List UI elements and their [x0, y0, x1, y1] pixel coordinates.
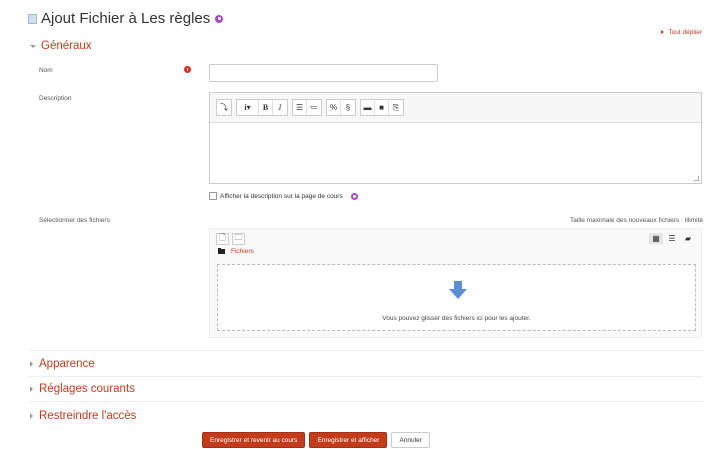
drop-arrow-icon — [449, 281, 467, 299]
link-icon[interactable]: % — [327, 100, 341, 115]
dropzone[interactable]: Vous pouvez glisser des fichiers ici pou… — [217, 264, 696, 331]
file-icon — [28, 13, 37, 24]
italic-icon[interactable]: I — [273, 100, 287, 115]
section-restrict[interactable]: Restreindre l'accès — [30, 410, 136, 422]
caret-right-icon — [30, 413, 33, 419]
triangle-right-icon — [661, 30, 665, 34]
create-folder-icon[interactable]: 🗀 — [232, 233, 245, 245]
divider — [28, 401, 702, 402]
description-label: Description — [39, 95, 72, 102]
section-appearance[interactable]: Apparence — [30, 358, 95, 370]
toolbar-group-media: ▬ ■ ⎘ — [360, 99, 404, 116]
cancel-button[interactable]: Annuler — [391, 432, 430, 448]
path-label[interactable]: Fichiers — [231, 248, 254, 255]
bullet-list-icon[interactable]: ☰ — [293, 100, 307, 115]
tree-view-icon[interactable]: ▰ — [681, 233, 695, 244]
max-size-text: Taille maximale des nouveaux fichiers : … — [570, 217, 703, 224]
divider — [28, 376, 702, 377]
view-switcher: ▦ ☰ ▰ — [647, 233, 695, 244]
caret-right-icon — [30, 361, 33, 367]
divider — [28, 350, 702, 351]
section-common-label: Réglages courants — [39, 383, 135, 395]
file-picker: 🗋 🗀 ▦ ☰ ▰ Fichiers Vous pouvez glisser d… — [209, 228, 702, 338]
toolbar-group-links: % § — [326, 99, 356, 116]
resize-handle-icon[interactable] — [694, 176, 699, 181]
name-label: Nom — [39, 67, 53, 74]
filepicker-path: Fichiers — [210, 247, 701, 255]
section-restrict-label: Restreindre l'accès — [39, 410, 137, 422]
info-icon[interactable]: i ▾ — [237, 100, 259, 115]
section-appearance-label: Apparence — [39, 358, 95, 370]
grid-view-icon[interactable]: ▦ — [649, 233, 663, 244]
image-icon[interactable]: ▬ — [361, 100, 375, 115]
manage-files-icon[interactable]: ⎘ — [389, 100, 403, 115]
section-common[interactable]: Réglages courants — [30, 383, 135, 395]
save-return-button[interactable]: Enregistrer et revenir au cours — [202, 432, 306, 448]
unlink-icon[interactable]: § — [341, 100, 355, 115]
toolbar-group-lists: ☰ ≔ — [292, 99, 322, 116]
page-header: Ajout Fichier à Les règles — [28, 10, 224, 27]
collapse-icon[interactable]: ⤵ — [217, 100, 231, 115]
required-icon — [184, 66, 191, 73]
arrow-shape — [449, 281, 467, 299]
toolbar-group-style: i ▾ B I — [236, 99, 288, 116]
show-description-row: Afficher la description sur la page de c… — [209, 192, 358, 200]
files-label: Sélectionner des fichiers — [39, 217, 110, 224]
help-icon[interactable] — [350, 192, 358, 200]
caret-right-icon — [30, 386, 33, 392]
show-description-checkbox[interactable] — [209, 192, 217, 200]
filepicker-toolbar: 🗋 🗀 — [210, 229, 701, 249]
expand-all-label: Tout déplier — [668, 29, 702, 36]
description-editor: ⤵ i ▾ B I ☰ ≔ % § ▬ ■ ⎘ — [209, 92, 702, 184]
toolbar-group-collapse: ⤵ — [216, 99, 232, 116]
editor-content-area[interactable] — [210, 123, 701, 183]
expand-all-link[interactable]: Tout déplier — [661, 29, 702, 36]
form-buttons: Enregistrer et revenir au cours Enregist… — [202, 432, 434, 448]
editor-toolbar: ⤵ i ▾ B I ☰ ≔ % § ▬ ■ ⎘ — [210, 93, 701, 123]
video-icon[interactable]: ■ — [375, 100, 389, 115]
save-display-button[interactable]: Enregistrer et afficher — [309, 432, 388, 448]
list-view-icon[interactable]: ☰ — [665, 233, 679, 244]
name-input[interactable] — [209, 64, 438, 82]
section-general-label: Généraux — [41, 40, 92, 52]
show-description-label: Afficher la description sur la page de c… — [220, 192, 343, 200]
folder-icon — [218, 247, 225, 254]
caret-down-icon — [30, 44, 36, 48]
add-file-icon[interactable]: 🗋 — [216, 233, 229, 245]
page-title: Ajout Fichier à Les règles — [41, 10, 211, 27]
numbered-list-icon[interactable]: ≔ — [307, 100, 321, 115]
section-general[interactable]: Généraux — [30, 40, 92, 52]
dropzone-text: Vous pouvez glisser des fichiers ici pou… — [382, 315, 531, 322]
help-icon[interactable] — [215, 14, 224, 23]
bold-icon[interactable]: B — [259, 100, 273, 115]
